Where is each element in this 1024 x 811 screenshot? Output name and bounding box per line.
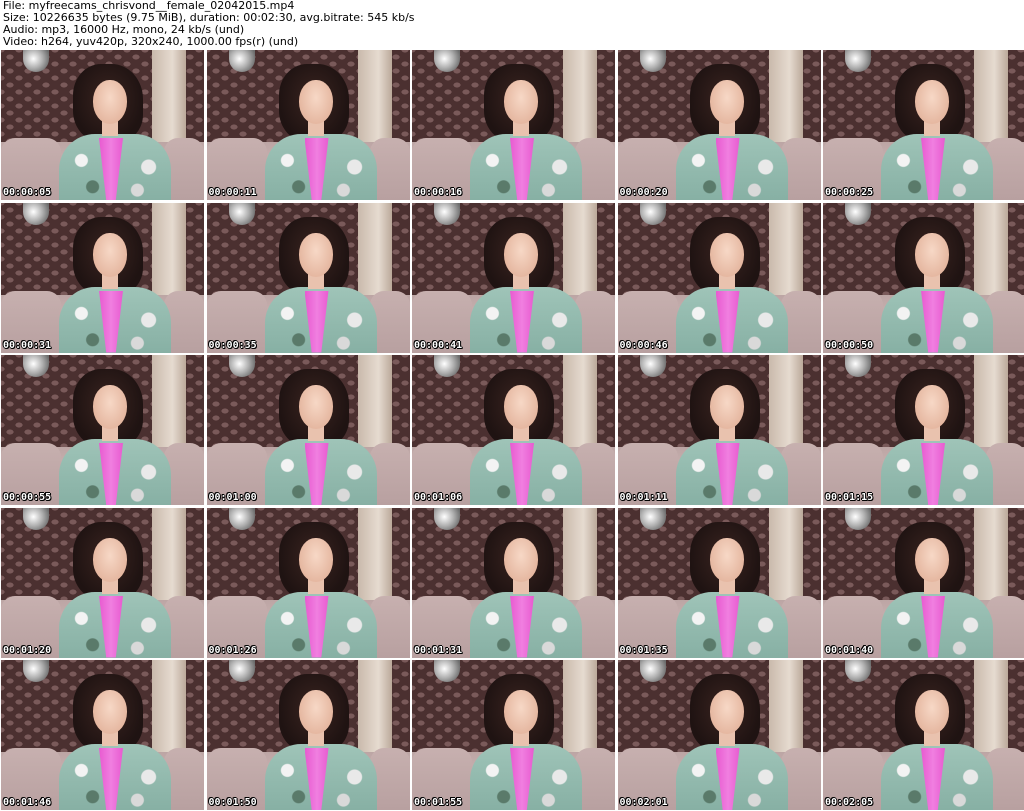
thumbnail-face — [504, 80, 538, 124]
video-thumbnail: 00:01:40 — [823, 507, 1024, 658]
thumbnail-timestamp: 00:00:50 — [825, 339, 874, 351]
video-thumbnail: 00:01:55 — [412, 660, 615, 810]
thumbnail-timestamp: 00:01:06 — [414, 492, 463, 503]
thumbnail-timestamp: 00:00:25 — [825, 187, 874, 198]
video-thumbnail: 00:00:31 — [1, 202, 204, 353]
video-thumbnail: 00:00:55 — [1, 355, 204, 505]
video-thumbnail: 00:00:11 — [206, 50, 410, 200]
video-thumbnail: 00:00:46 — [617, 202, 821, 353]
thumbnail-timestamp: 00:01:55 — [414, 797, 463, 808]
thumbnail-timestamp: 00:01:35 — [619, 644, 668, 656]
thumbnail-timestamp: 00:01:26 — [208, 644, 257, 656]
thumbnail-disco — [434, 202, 460, 225]
thumbnail-disco — [228, 507, 255, 530]
video-thumbnail: 00:02:05 — [823, 660, 1024, 810]
thumbnail-face — [298, 385, 333, 429]
thumbnail-face — [915, 232, 949, 277]
video-info-header: File: myfreecams_chrisvond__female_02042… — [3, 0, 1021, 50]
video-thumbnail: 00:00:25 — [823, 50, 1024, 200]
thumbnail-timestamp: 00:01:20 — [3, 644, 52, 656]
video-thumbnail: 00:01:31 — [412, 507, 615, 658]
video-thumbnail: 00:00:41 — [412, 202, 615, 353]
thumbnail-face — [709, 80, 744, 124]
thumbnail-face — [504, 537, 538, 582]
video-thumbnail: 00:00:35 — [206, 202, 410, 353]
thumbnail-timestamp: 00:00:31 — [3, 339, 52, 351]
thumbnail-timestamp: 00:00:05 — [3, 187, 52, 198]
video-thumbnail: 00:01:11 — [617, 355, 821, 505]
video-thumbnail: 00:00:20 — [617, 50, 821, 200]
thumbnail-disco — [228, 202, 255, 225]
video-thumbnail: 00:01:06 — [412, 355, 615, 505]
thumbnail-face — [298, 537, 333, 582]
thumbnail-timestamp: 00:00:35 — [208, 339, 257, 351]
video-thumbnail: 00:01:20 — [1, 507, 204, 658]
thumbnail-timestamp: 00:01:46 — [3, 797, 52, 808]
thumbnail-face — [298, 232, 333, 277]
thumbnail-disco — [23, 202, 49, 225]
thumbnail-disco — [639, 507, 666, 530]
thumbnail-timestamp: 00:01:00 — [208, 492, 257, 503]
video-thumbnail: 00:02:01 — [617, 660, 821, 810]
thumbnail-timestamp: 00:00:46 — [619, 339, 668, 351]
thumbnail-face — [504, 385, 538, 429]
thumbnail-disco — [228, 50, 255, 72]
thumbnail-face — [93, 232, 127, 277]
thumbnail-face — [915, 690, 949, 734]
thumbnail-timestamp: 00:00:20 — [619, 187, 668, 198]
video-thumbnail: 00:01:46 — [1, 660, 204, 810]
video-thumbnail: 00:00:16 — [412, 50, 615, 200]
thumbnail-timestamp: 00:00:41 — [414, 339, 463, 351]
thumbnail-face — [709, 232, 744, 277]
thumbnail-disco — [228, 355, 255, 377]
thumbnail-disco — [639, 660, 666, 682]
video-thumbnail: 00:01:00 — [206, 355, 410, 505]
thumbnail-grid: 00:00:05 00:00:11 00:00:16 00:00:20 00:00:25… — [1, 50, 1024, 810]
thumbnail-disco — [639, 355, 666, 377]
thumbnail-disco — [845, 507, 871, 530]
thumbnail-face — [709, 537, 744, 582]
thumbnail-face — [709, 690, 744, 734]
thumbnail-timestamp: 00:00:55 — [3, 492, 52, 503]
video-thumbnail: 00:01:35 — [617, 507, 821, 658]
thumbnail-face — [93, 537, 127, 582]
thumbnail-disco — [639, 50, 666, 72]
thumbnail-face — [915, 385, 949, 429]
thumbnail-timestamp: 00:01:11 — [619, 492, 668, 503]
thumbnail-timestamp: 00:02:01 — [619, 797, 668, 808]
thumbnail-timestamp: 00:02:05 — [825, 797, 874, 808]
video-thumbnail: 00:00:50 — [823, 202, 1024, 353]
thumbnail-face — [504, 690, 538, 734]
thumbnail-face — [298, 80, 333, 124]
thumbnail-face — [915, 537, 949, 582]
video-thumbnail: 00:01:26 — [206, 507, 410, 658]
video-info-line: Video: h264, yuv420p, 320x240, 1000.00 f… — [3, 35, 299, 48]
thumbnail-face — [93, 80, 127, 124]
thumbnail-timestamp: 00:01:31 — [414, 644, 463, 656]
thumbnail-disco — [845, 202, 871, 225]
thumbnail-timestamp: 00:01:40 — [825, 644, 874, 656]
video-thumbnail: 00:01:50 — [206, 660, 410, 810]
thumbnail-timestamp: 00:01:15 — [825, 492, 874, 503]
thumbnail-disco — [228, 660, 255, 682]
thumbnail-disco — [639, 202, 666, 225]
video-thumbnail: 00:00:05 — [1, 50, 204, 200]
thumbnail-timestamp: 00:01:50 — [208, 797, 257, 808]
video-thumbnail: 00:01:15 — [823, 355, 1024, 505]
thumbnail-timestamp: 00:00:16 — [414, 187, 463, 198]
thumbnail-face — [504, 232, 538, 277]
thumbnail-disco — [23, 507, 49, 530]
thumbnail-face — [298, 690, 333, 734]
thumbnail-face — [93, 690, 127, 734]
thumbnail-face — [93, 385, 127, 429]
thumbnail-face — [709, 385, 744, 429]
thumbnail-timestamp: 00:00:11 — [208, 187, 257, 198]
thumbnail-disco — [434, 507, 460, 530]
thumbnail-face — [915, 80, 949, 124]
